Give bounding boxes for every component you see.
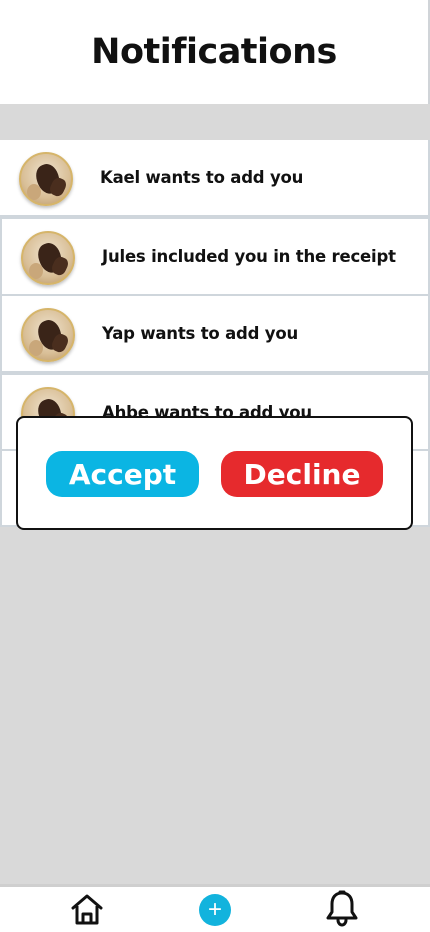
add-icon[interactable]: +: [199, 894, 231, 926]
notification-text: Jules included you in the receipt: [102, 247, 396, 266]
avatar: [21, 231, 75, 285]
notification-text: Kael wants to add you: [100, 168, 304, 187]
bottom-nav: +: [0, 884, 430, 932]
decline-button[interactable]: Decline: [221, 451, 383, 497]
accept-button[interactable]: Accept: [46, 451, 199, 497]
notification-item[interactable]: Jules included you in the receipt: [0, 217, 430, 296]
avatar: [19, 152, 73, 206]
request-action-dialog: Accept Decline: [16, 416, 413, 530]
notification-item[interactable]: Kael wants to add you: [0, 140, 430, 217]
header: Notifications: [0, 0, 430, 104]
notification-item[interactable]: Yap wants to add you: [0, 296, 430, 373]
bell-icon[interactable]: [322, 889, 362, 927]
home-icon[interactable]: [67, 891, 107, 927]
avatar: [21, 308, 75, 362]
notification-text: Yap wants to add you: [102, 324, 299, 343]
page-title: Notifications: [91, 32, 337, 72]
